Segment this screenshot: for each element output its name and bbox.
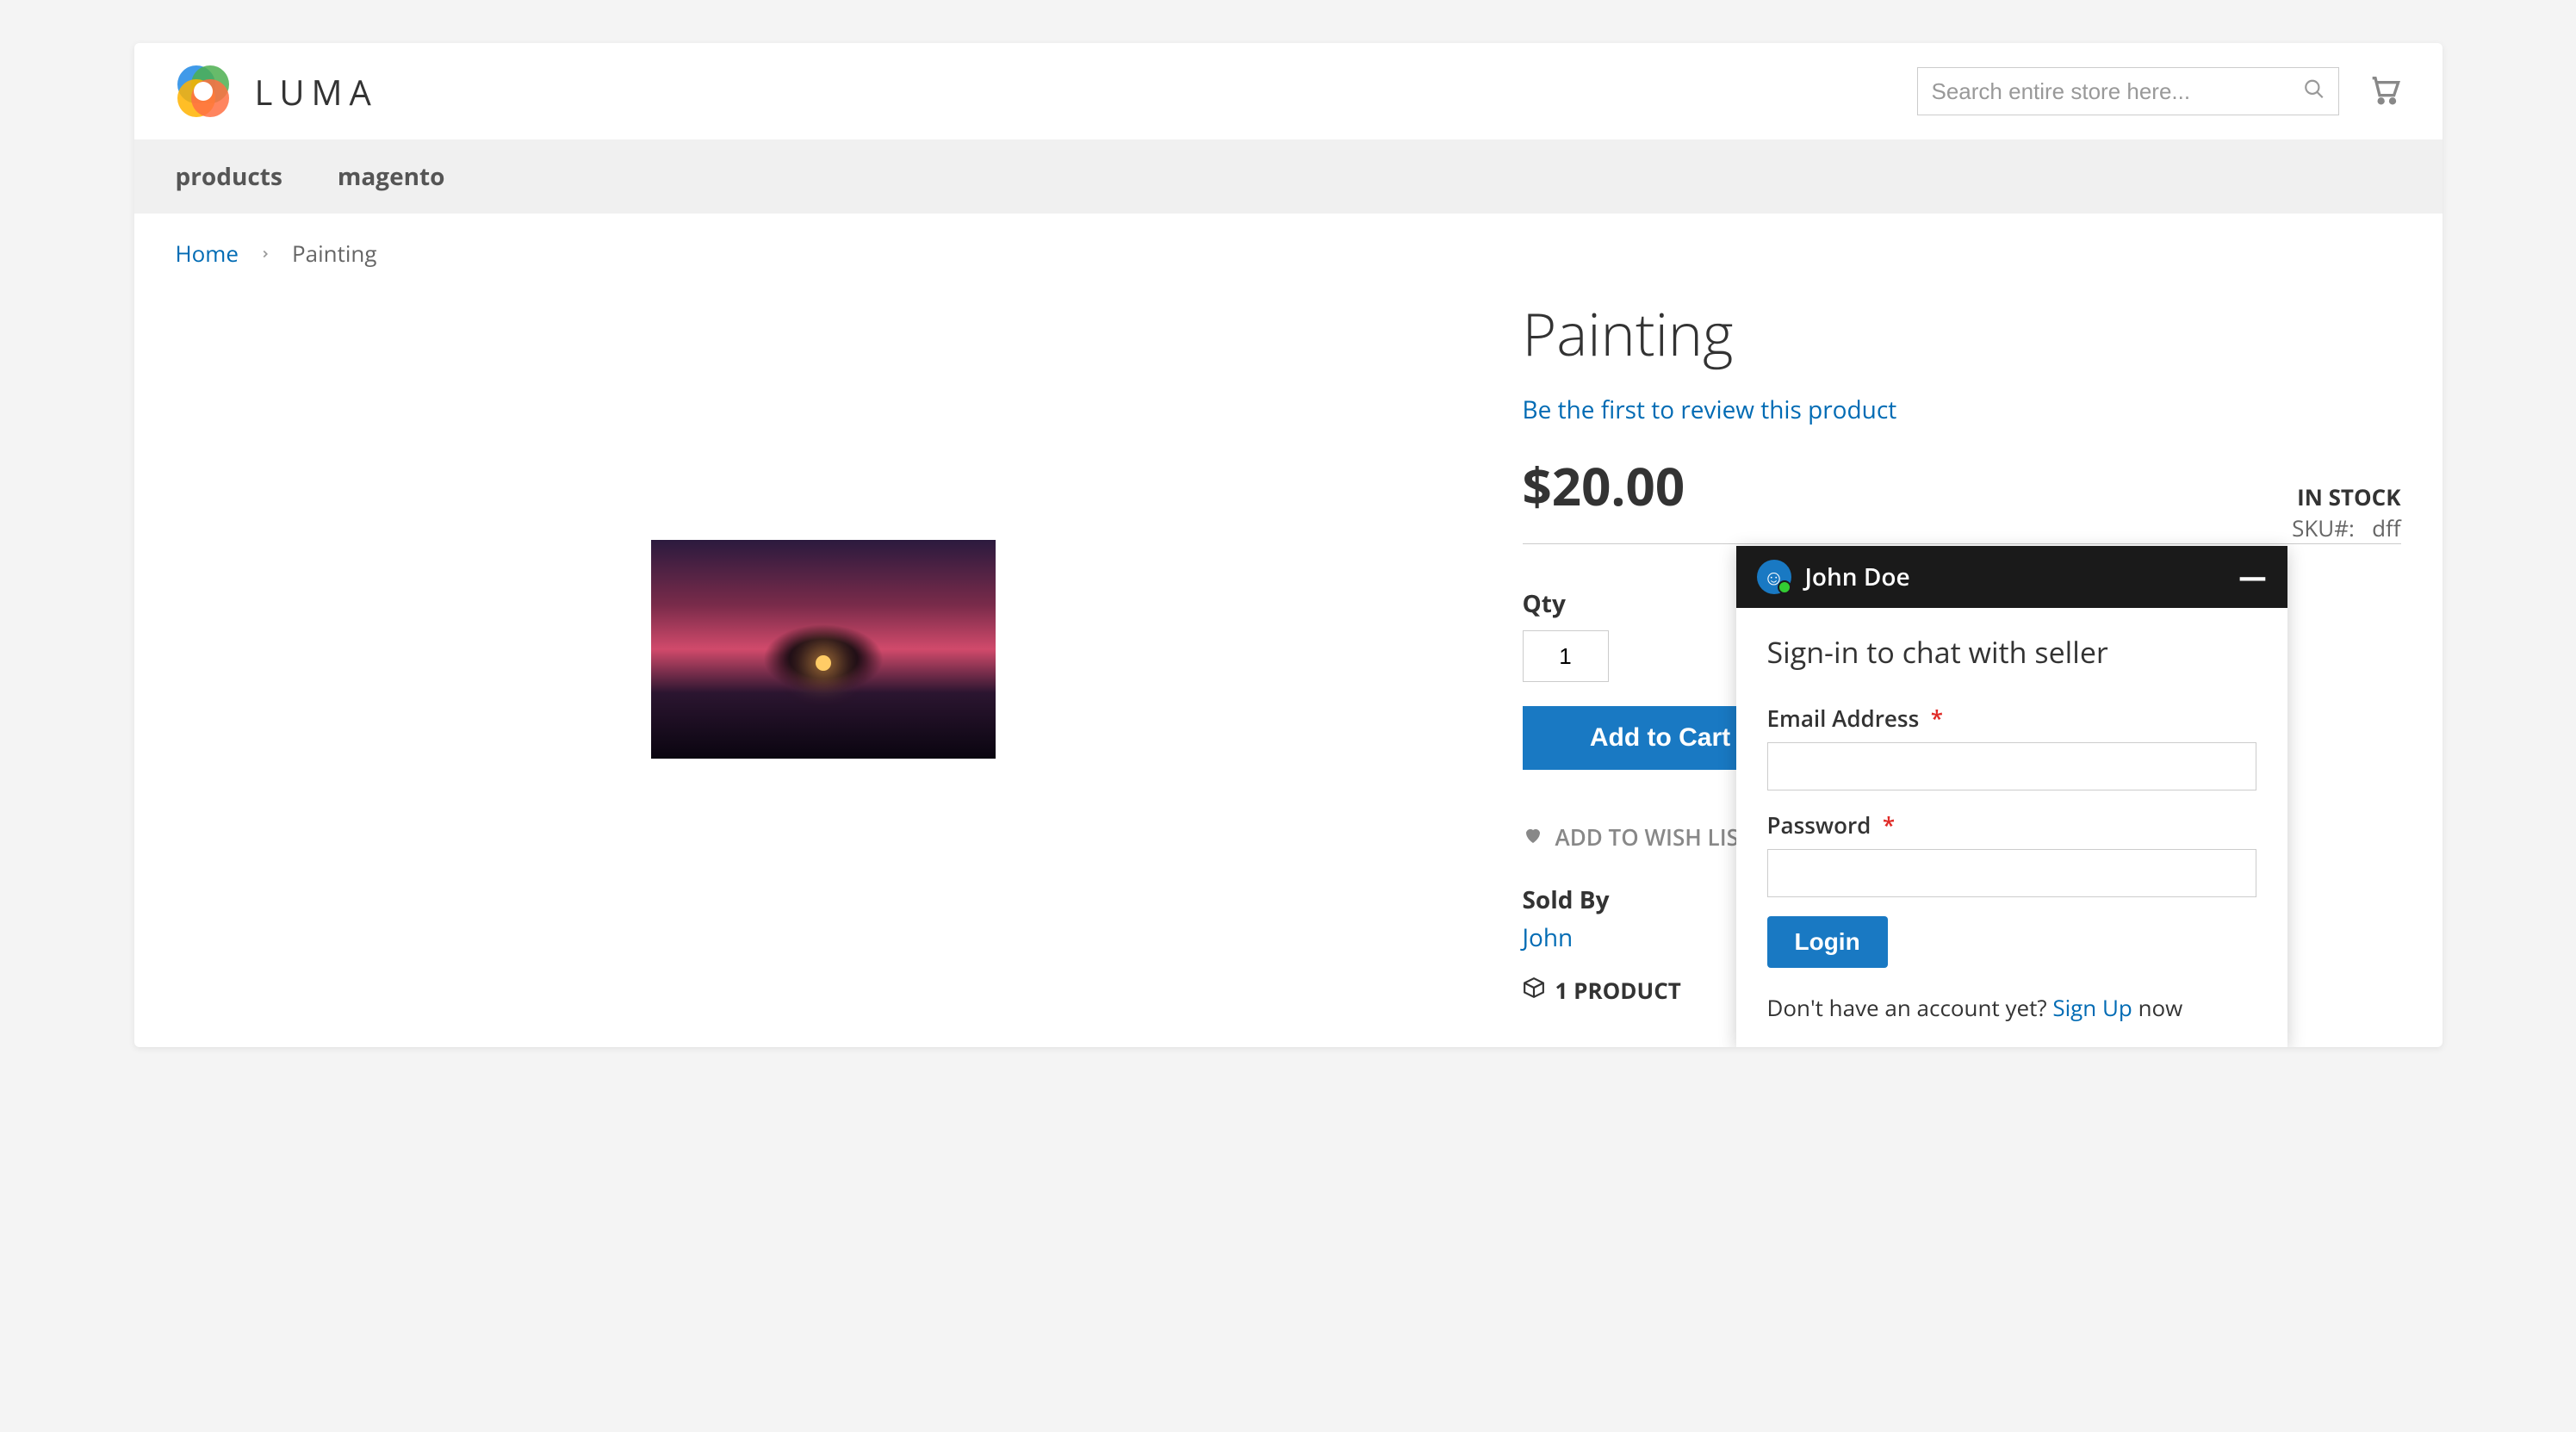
chat-seller-name: John Doe: [1805, 561, 1910, 593]
sku: SKU#: dff: [2292, 512, 2400, 543]
topnav: products magento: [134, 139, 2443, 214]
cart-icon[interactable]: [2367, 72, 2401, 111]
chat-widget: ☺ John Doe — Sign-in to chat with seller…: [1736, 546, 2287, 1047]
search-icon[interactable]: [2303, 78, 2325, 105]
brand-name: LUMA: [255, 68, 378, 115]
page-wrapper: LUMA products magento Home Painting: [134, 43, 2443, 1047]
wishlist-label: ADD TO WISH LIST: [1555, 821, 1752, 852]
qty-input[interactable]: [1523, 630, 1609, 682]
chat-avatar-icon: ☺: [1757, 560, 1791, 594]
review-link[interactable]: Be the first to review this product: [1523, 394, 1897, 426]
chat-header[interactable]: ☺ John Doe —: [1736, 546, 2287, 608]
product-gallery: [176, 293, 1471, 1006]
heart-icon: [1523, 821, 1543, 852]
password-input[interactable]: [1767, 849, 2256, 897]
sku-label: SKU#:: [2292, 512, 2355, 543]
email-label: Email Address *: [1767, 703, 2256, 734]
product-title: Painting: [1523, 293, 2401, 373]
breadcrumbs: Home Painting: [134, 214, 2443, 293]
product-count-label: 1 PRODUCT: [1555, 975, 1681, 1006]
stock-status: IN STOCK: [2292, 481, 2400, 512]
price-row: $20.00 IN STOCK SKU#: dff: [1523, 450, 2401, 544]
email-input[interactable]: [1767, 742, 2256, 790]
nav-item-products[interactable]: products: [176, 160, 282, 193]
product-price: $20.00: [1523, 450, 1685, 521]
search-wrap: [1917, 67, 2339, 115]
chat-body: Sign-in to chat with seller Email Addres…: [1736, 608, 2287, 1047]
box-icon: [1523, 975, 1545, 1006]
logo-mark: [176, 64, 231, 119]
password-field-wrap: Password *: [1767, 809, 2256, 897]
product-image[interactable]: [651, 540, 996, 759]
nav-item-magento[interactable]: magento: [338, 160, 445, 193]
email-field-wrap: Email Address *: [1767, 703, 2256, 790]
signup-link[interactable]: Sign Up: [2052, 992, 2132, 1023]
chevron-right-icon: [259, 242, 271, 265]
search-input[interactable]: [1917, 67, 2339, 115]
signup-prompt: Don't have an account yet? Sign Up now: [1767, 992, 2256, 1023]
header: LUMA: [134, 43, 2443, 139]
logo[interactable]: LUMA: [176, 64, 378, 119]
breadcrumb-home[interactable]: Home: [176, 238, 239, 269]
login-button[interactable]: Login: [1767, 916, 1888, 968]
chat-header-left: ☺ John Doe: [1757, 560, 1910, 594]
chat-title: Sign-in to chat with seller: [1767, 632, 2256, 672]
required-marker: *: [1931, 703, 1943, 734]
sku-value: dff: [2372, 512, 2400, 543]
header-right: [1917, 67, 2401, 115]
stock-wrap: IN STOCK SKU#: dff: [2292, 481, 2400, 543]
minimize-icon[interactable]: —: [2239, 563, 2267, 591]
breadcrumb-current: Painting: [292, 238, 377, 269]
soldby-name[interactable]: John: [1523, 921, 1574, 954]
password-label: Password *: [1767, 809, 2256, 840]
required-marker: *: [1883, 809, 1895, 840]
